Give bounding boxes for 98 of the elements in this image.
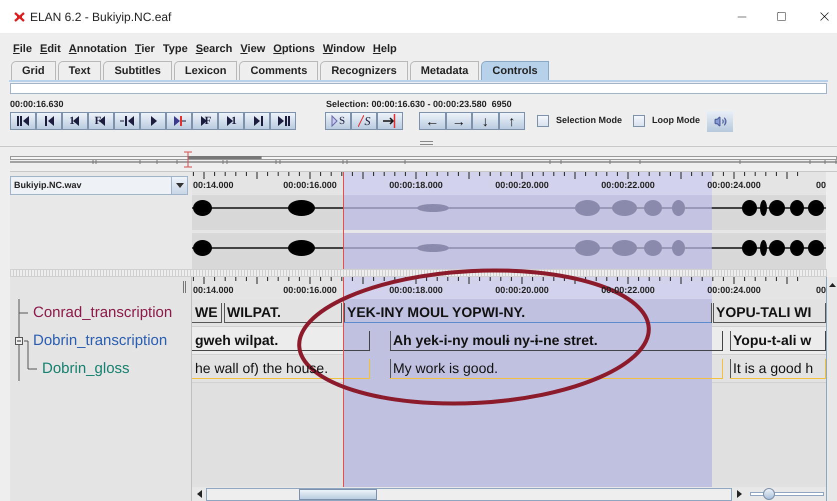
- vertical-scrollbar[interactable]: [826, 277, 837, 501]
- tab[interactable]: Comments: [239, 61, 318, 80]
- time-label: 00:00:22.000: [601, 181, 655, 190]
- time-label: 00:14.000: [193, 286, 234, 295]
- menu-item[interactable]: Annotation: [68, 42, 127, 56]
- grip-icon: [420, 141, 433, 145]
- button-label: F: [94, 116, 102, 126]
- annotation-text[interactable]: Yopu-t-ali w: [730, 330, 812, 350]
- time-label: 00:00:24.000: [707, 286, 761, 295]
- annotation-text[interactable]: WILPAT.: [224, 302, 281, 322]
- media-file-dropdown[interactable]: Bukiyip.NC.wav: [10, 176, 188, 195]
- arrow-button[interactable]: ↑: [498, 112, 525, 130]
- button-label: S: [338, 116, 346, 126]
- time-label: 00:00:16.000: [283, 181, 337, 190]
- checkbox[interactable]: [633, 114, 646, 127]
- arrow-button[interactable]: ↓: [472, 112, 498, 130]
- slider-thumb[interactable]: [762, 488, 775, 500]
- player-button[interactable]: [10, 112, 36, 130]
- menu-item[interactable]: Options: [273, 42, 315, 56]
- volume-button[interactable]: [707, 111, 733, 132]
- button-label: S: [364, 115, 370, 127]
- tab[interactable]: Metadata: [410, 61, 480, 80]
- player-button[interactable]: [36, 112, 62, 130]
- annotation-text[interactable]: gweh wilpat.: [192, 330, 278, 350]
- media-time-slider[interactable]: [10, 151, 837, 169]
- player-button[interactable]: F: [88, 112, 114, 130]
- arrow-button[interactable]: →: [446, 112, 472, 130]
- speaker-icon: [714, 115, 726, 128]
- annotation-text[interactable]: My work is good.: [390, 358, 498, 378]
- tab[interactable]: Recognizers: [320, 61, 408, 80]
- button-label: 1: [231, 116, 237, 126]
- checkbox-label: Selection Mode: [556, 114, 622, 127]
- tab[interactable]: Text: [58, 61, 102, 80]
- time-label: 00:00:20.000: [495, 286, 549, 295]
- collapse-icon[interactable]: [15, 337, 23, 345]
- maximize-icon[interactable]: [776, 11, 787, 22]
- annotation-text[interactable]: It is a good h: [730, 358, 814, 378]
- app-logo-icon: [14, 12, 25, 22]
- player-button[interactable]: [140, 112, 166, 130]
- triangle-icon: [225, 115, 236, 127]
- player-button[interactable]: [166, 112, 192, 130]
- position-marker[interactable]: [184, 151, 193, 168]
- scroll-up-icon[interactable]: [828, 283, 836, 287]
- annotation-text[interactable]: WE: [192, 302, 218, 322]
- tier-name[interactable]: Conrad_transcription: [33, 299, 172, 327]
- time-label: 00:14.000: [193, 181, 234, 190]
- time-label: 00:00:20.000: [495, 181, 549, 190]
- selection-button[interactable]: [377, 112, 403, 130]
- selection-info: Selection: 00:00:16.630 - 00:00:23.580 6950: [326, 100, 512, 109]
- player-button[interactable]: 1: [62, 112, 88, 130]
- tier-name[interactable]: Dobrin_transcription: [33, 327, 168, 355]
- menu-item[interactable]: Window: [322, 42, 365, 56]
- time-label: 00:00:16.000: [283, 286, 337, 295]
- dropdown-arrow-icon: [176, 183, 184, 188]
- time-label: 00:00:18.000: [389, 286, 443, 295]
- annotation-text[interactable]: YEK-INY MOUL YOPWI-NY.: [344, 302, 526, 322]
- button-label: F: [204, 116, 212, 126]
- horizontal-scrollbar[interactable]: [206, 488, 732, 500]
- player-button[interactable]: [244, 112, 270, 130]
- menu-item[interactable]: File: [13, 42, 32, 56]
- menu-item[interactable]: Help: [372, 42, 397, 56]
- checkbox-label: Loop Mode: [652, 114, 700, 127]
- skip-icon: [120, 115, 134, 127]
- menu-item[interactable]: Search: [196, 42, 232, 56]
- splitter-bar[interactable]: [10, 269, 827, 277]
- menu-item[interactable]: Type: [162, 42, 188, 56]
- skip-icon: [16, 115, 30, 127]
- triangle-icon: [70, 115, 81, 127]
- arrow-to-line-icon: [382, 114, 398, 128]
- time-label: 00: [816, 286, 826, 295]
- button-label: 1: [69, 116, 75, 126]
- annotation-text[interactable]: YOPU-TALI WI: [713, 302, 812, 322]
- tab[interactable]: Subtitles: [103, 61, 172, 80]
- time-label: 00: [816, 181, 826, 190]
- tab[interactable]: Controls: [481, 61, 549, 80]
- play-icon: [330, 115, 338, 127]
- tier-name[interactable]: Dobrin_gloss: [42, 355, 130, 383]
- selection-button[interactable]: S: [325, 112, 351, 130]
- time-label: 00:00:24.000: [707, 181, 761, 190]
- time-label: 00:00:18.000: [389, 181, 443, 190]
- checkbox[interactable]: [537, 114, 549, 127]
- annotation-text[interactable]: Ah yek-i-ny moulɨ ny-ɨ-ne stret.: [390, 330, 598, 350]
- media-time: 00:00:16.630: [10, 100, 64, 109]
- tab[interactable]: Grid: [11, 61, 56, 80]
- skip-icon: [276, 115, 290, 127]
- arrow-button[interactable]: ←: [419, 112, 446, 130]
- menu-item[interactable]: View: [240, 42, 266, 56]
- tab[interactable]: Lexicon: [174, 61, 238, 80]
- player-button[interactable]: [114, 112, 140, 130]
- player-button[interactable]: [270, 112, 296, 130]
- player-button[interactable]: F: [192, 112, 218, 130]
- window-title: ELAN 6.2 - Bukiyip.NC.eaf: [30, 8, 172, 26]
- selection-button[interactable]: S: [351, 112, 377, 130]
- strike-icon: [358, 115, 364, 127]
- menu-item[interactable]: Edit: [40, 42, 61, 56]
- menu-item[interactable]: Tier: [134, 42, 155, 56]
- skip-icon: [172, 115, 186, 127]
- player-button[interactable]: 1: [218, 112, 244, 130]
